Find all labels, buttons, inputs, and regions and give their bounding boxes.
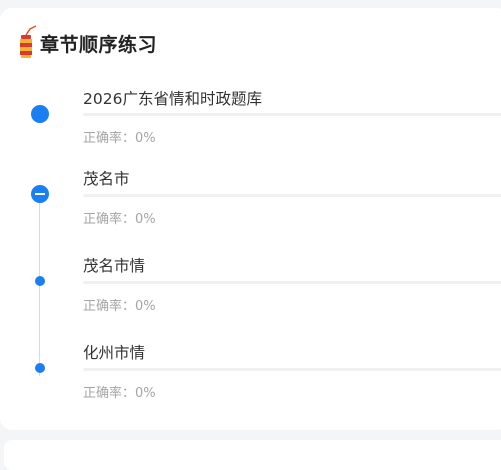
accuracy-label: 正确率： — [83, 131, 136, 146]
accuracy-label: 正确率： — [83, 212, 136, 227]
accuracy-value: 0% — [135, 386, 156, 401]
firecracker-icon — [20, 25, 37, 58]
chapter-item[interactable]: 茂名市 正确率：0% — [0, 167, 501, 255]
accuracy-label: 正确率： — [83, 299, 136, 314]
chapter-item[interactable]: 化州市情 正确率：0% — [0, 341, 501, 429]
chapter-title: 茂名市 — [83, 170, 130, 188]
accuracy-text: 正确率：0% — [83, 295, 156, 314]
chapter-title: 2026广东省情和时政题库 — [83, 90, 262, 108]
next-card-edge — [4, 440, 501, 470]
chapter-title: 茂名市情 — [83, 257, 146, 275]
accuracy-value: 0% — [135, 131, 156, 146]
progress-bar — [83, 113, 501, 116]
chapter-practice-card: 章节顺序练习 2026广东省情和时政题库 正确率：0% 茂名市 正确率：0% 茂… — [0, 8, 501, 430]
chapter-item[interactable]: 2026广东省情和时政题库 正确率：0% — [0, 79, 501, 167]
progress-bar — [83, 281, 501, 284]
accuracy-text: 正确率：0% — [83, 127, 156, 146]
progress-bar — [83, 194, 501, 197]
accuracy-value: 0% — [135, 299, 156, 314]
timeline-dot-icon — [35, 363, 45, 373]
collapse-minus-icon[interactable] — [31, 185, 49, 203]
chapter-item[interactable]: 茂名市情 正确率：0% — [0, 254, 501, 342]
timeline-dot-icon — [35, 276, 45, 286]
chapter-title: 化州市情 — [83, 344, 146, 362]
accuracy-value: 0% — [135, 212, 156, 227]
accuracy-text: 正确率：0% — [83, 382, 156, 401]
progress-bar — [83, 368, 501, 371]
accuracy-label: 正确率： — [83, 386, 136, 401]
page-title: 章节顺序练习 — [40, 33, 158, 56]
accuracy-text: 正确率：0% — [83, 208, 156, 227]
timeline-dot-icon — [31, 105, 49, 123]
card-header: 章节顺序练习 — [16, 23, 157, 63]
